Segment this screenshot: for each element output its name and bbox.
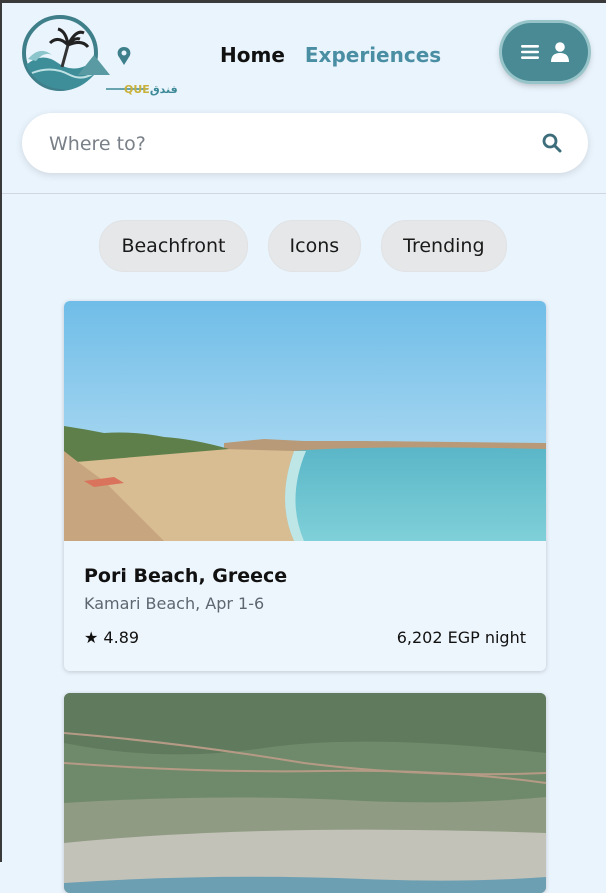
menu-icon	[521, 45, 539, 59]
top-nav: Home Experiences	[220, 43, 441, 67]
search-icon[interactable]	[542, 133, 562, 153]
filter-chip-icons[interactable]: Icons	[267, 220, 362, 272]
brand-logo[interactable]: QUEفندق	[22, 15, 178, 96]
account-menu-button[interactable]	[502, 23, 588, 81]
listing-price: 6,202 EGP night	[396, 628, 526, 647]
search-input[interactable]	[47, 128, 521, 160]
header: QUEفندق Home Experiences	[2, 3, 606, 193]
listing-rating: ★ 4.89	[84, 628, 140, 647]
search-bar[interactable]	[22, 113, 588, 173]
listing-subtitle: Kamari Beach, Apr 1-6	[84, 594, 265, 613]
listing-photo-beach	[64, 301, 546, 541]
nav-home-link[interactable]: Home	[220, 43, 285, 67]
filter-chip-trending[interactable]: Trending	[381, 220, 507, 272]
nav-experiences-link[interactable]: Experiences	[305, 43, 441, 67]
user-icon	[551, 42, 569, 62]
header-divider	[2, 193, 606, 194]
listing-title: Pori Beach, Greece	[84, 565, 288, 587]
category-filters: Beachfront Icons Trending	[0, 220, 606, 272]
logo-text-arabic: فندق	[149, 83, 178, 96]
logo-text-latin: QUE	[124, 83, 150, 96]
logo-wordmark: QUEفندق	[124, 83, 178, 96]
filter-chip-beachfront[interactable]: Beachfront	[99, 220, 248, 272]
listing-card[interactable]	[64, 693, 546, 893]
listing-photo-hillside	[64, 693, 546, 893]
listing-card[interactable]: Pori Beach, Greece Kamari Beach, Apr 1-6…	[64, 301, 546, 671]
